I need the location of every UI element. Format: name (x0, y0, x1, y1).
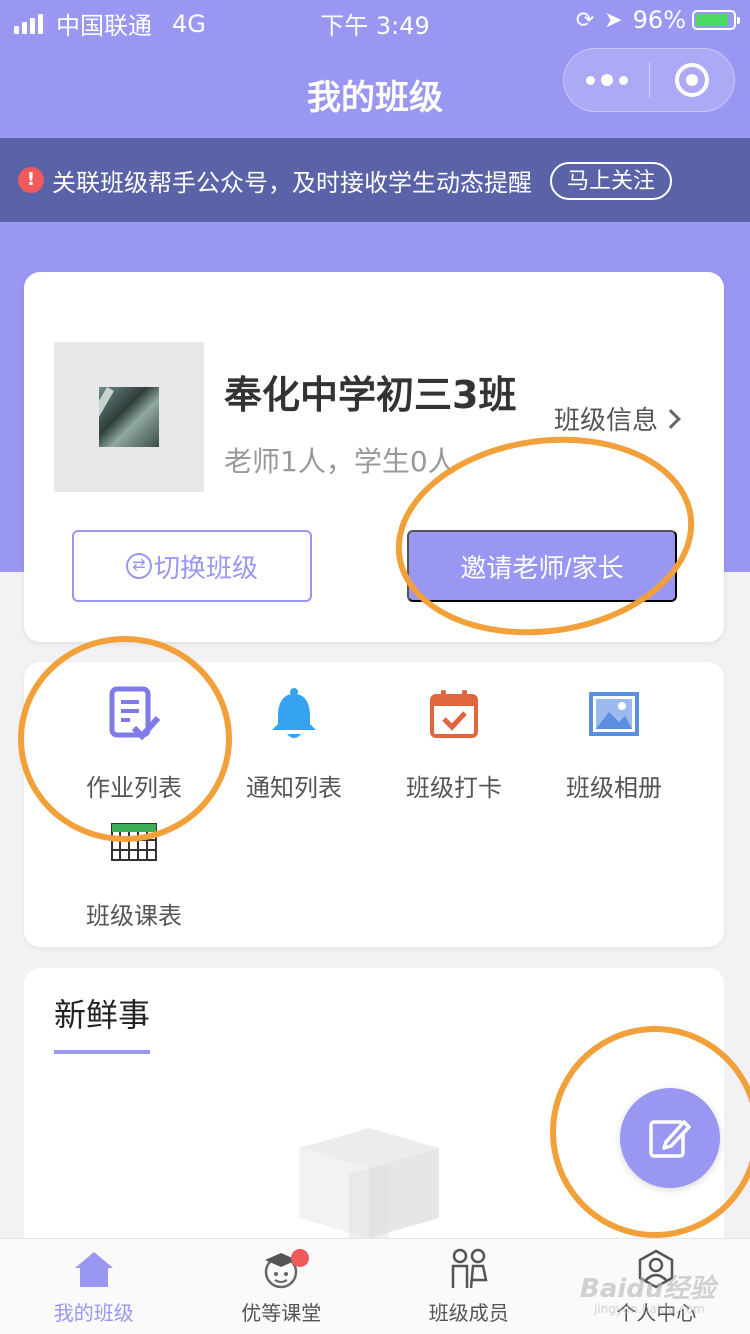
func-class-album[interactable]: 班级相册 (534, 684, 694, 803)
annotation-circle-homework (18, 636, 232, 842)
news-title[interactable]: 新鲜事 (54, 990, 150, 1036)
func-label: 通知列表 (246, 774, 342, 802)
news-tab-indicator (54, 1050, 150, 1054)
class-name: 奉化中学初三3班 (224, 373, 517, 417)
alert-icon: ! (18, 167, 44, 193)
location-icon: ➤ (604, 7, 623, 33)
photo-album-icon (589, 692, 639, 736)
tab-class-members[interactable]: 班级成员 (375, 1239, 563, 1334)
tab-premium-class[interactable]: 优等课堂 (188, 1239, 376, 1334)
class-avatar[interactable] (54, 342, 204, 492)
empty-box-icon (299, 1128, 439, 1238)
bell-icon (272, 688, 316, 738)
calendar-check-icon (430, 690, 478, 738)
rotation-lock-icon: ⟳ (575, 7, 595, 33)
func-label: 班级相册 (566, 774, 662, 802)
func-label: 班级课表 (86, 902, 182, 930)
func-class-checkin[interactable]: 班级打卡 (374, 684, 534, 803)
func-label: 班级打卡 (406, 774, 502, 802)
baidu-watermark: Baidu经验 (580, 1274, 716, 1304)
miniprogram-capsule (563, 48, 735, 112)
notice-text: 关联班级帮手公众号，及时接收学生动态提醒 (52, 168, 532, 197)
house-icon (74, 1252, 113, 1287)
class-info-label: 班级信息 (554, 406, 659, 436)
status-bar: 中国联通 4G 下午 3:49 ⟳ ➤ 96% (0, 0, 750, 40)
close-miniprogram-button[interactable] (650, 63, 734, 97)
tab-label: 优等课堂 (241, 1301, 322, 1325)
switch-icon: ⇄ (125, 553, 152, 579)
tab-my-class[interactable]: 我的班级 (0, 1239, 188, 1334)
class-info-link[interactable]: 班级信息 (554, 400, 681, 437)
chevron-right-icon (661, 408, 681, 429)
tab-label: 班级成员 (428, 1301, 509, 1325)
members-icon (451, 1248, 488, 1289)
switch-class-button[interactable]: ⇄ 切换班级 (72, 530, 312, 602)
switch-class-label: 切换班级 (153, 552, 258, 583)
follow-button[interactable]: 马上关注 (550, 162, 672, 200)
battery-icon (692, 10, 740, 30)
notification-dot (290, 1249, 309, 1267)
class-stats: 老师1人，学生0人 (224, 445, 456, 478)
class-avatar-image (99, 387, 159, 447)
baidu-watermark-url: jingyan.baidu.com (594, 1302, 705, 1316)
annotation-circle-compose (550, 1026, 750, 1238)
battery-percent: 96% (632, 6, 686, 34)
tab-label: 我的班级 (53, 1301, 134, 1325)
func-notice-list[interactable]: 通知列表 (214, 684, 374, 803)
more-button[interactable] (564, 74, 649, 86)
notice-bar: ! 关联班级帮手公众号，及时接收学生动态提醒 马上关注 (0, 138, 750, 222)
